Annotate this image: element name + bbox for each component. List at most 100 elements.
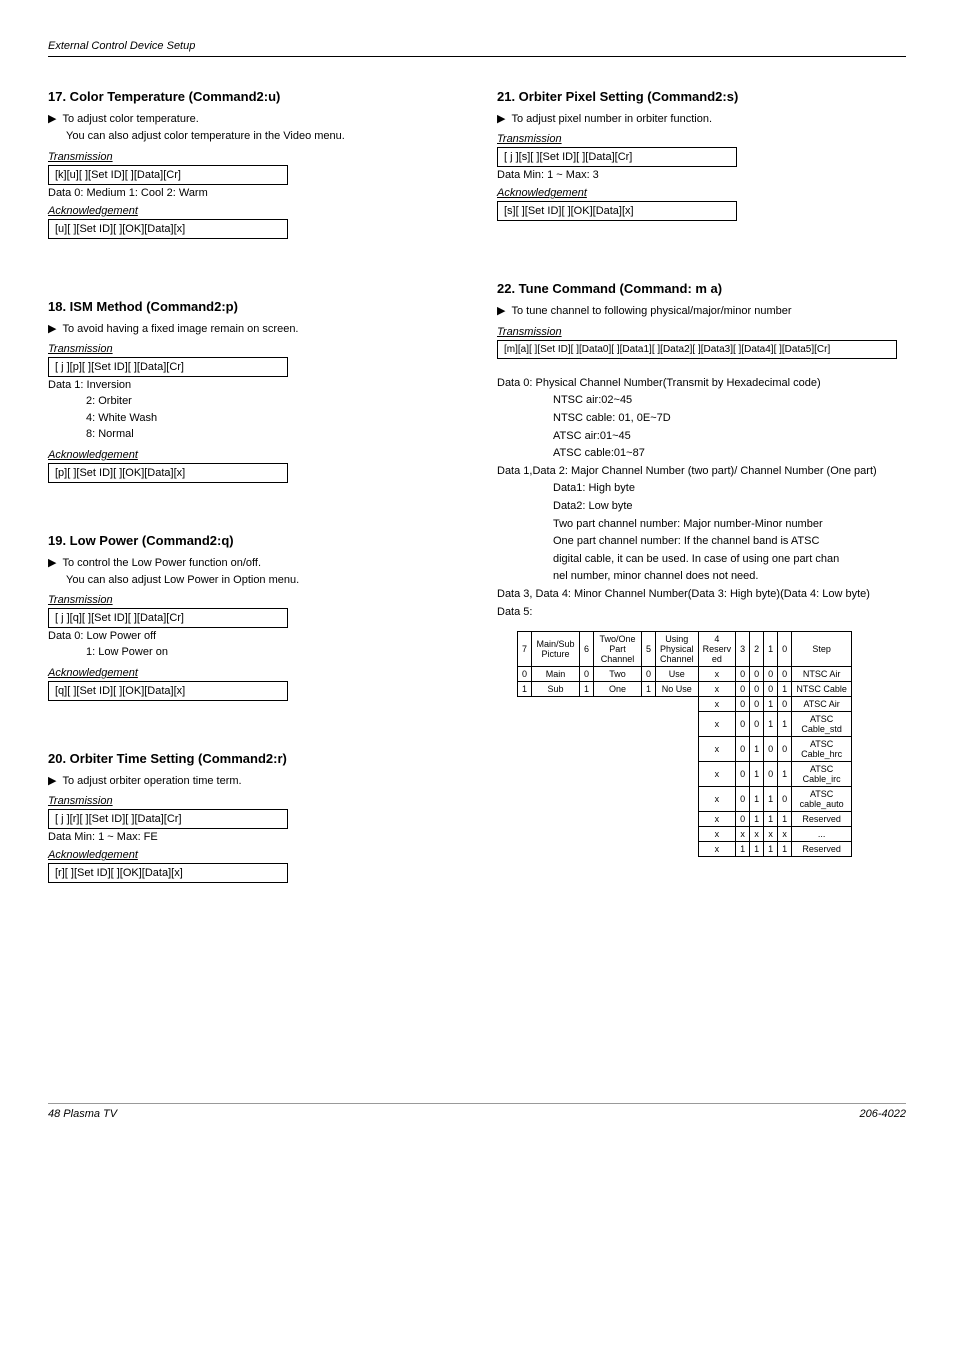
- th-3: 3: [736, 632, 750, 667]
- th-0: 0: [778, 632, 792, 667]
- data-value-1: Data 1: Inversion: [48, 379, 457, 391]
- section-21-title: 21. Orbiter Pixel Setting (Command2:s): [497, 89, 906, 104]
- table-cell: 1: [778, 812, 792, 827]
- table-cell: 0: [736, 787, 750, 812]
- section-18-desc: To avoid having a fixed image remain on …: [62, 322, 298, 337]
- table-row: xxxxx...: [518, 827, 852, 842]
- th-7: 7: [518, 632, 532, 667]
- table-cell: 1: [764, 787, 778, 812]
- table-cell: 0: [778, 697, 792, 712]
- arrow-icon: ▶: [48, 774, 56, 789]
- table-cell: 0: [764, 682, 778, 697]
- section-19: 19. Low Power (Command2:q) ▶To control t…: [48, 533, 457, 701]
- data-value-4: 8: Normal: [86, 426, 457, 443]
- table-cell: 1: [750, 737, 764, 762]
- section-20-desc: To adjust orbiter operation time term.: [62, 774, 241, 789]
- table-spacer: [518, 712, 699, 737]
- table-spacer: [518, 697, 699, 712]
- table-row: x0010ATSC Air: [518, 697, 852, 712]
- right-column: 21. Orbiter Pixel Setting (Command2:s) ▶…: [497, 89, 906, 923]
- data-value-3: 4: White Wash: [86, 410, 457, 427]
- data0-line: Data 0: Physical Channel Number(Transmit…: [497, 375, 906, 393]
- transmission-code: [ j ][s][ ][Set ID][ ][Data][Cr]: [497, 147, 737, 167]
- data-value-1: Data 0: Low Power off: [48, 630, 457, 642]
- table-cell: 0: [736, 812, 750, 827]
- table-cell: No Use: [656, 682, 699, 697]
- arrow-icon: ▶: [497, 112, 505, 127]
- table-cell: 1: [764, 812, 778, 827]
- table-cell: x: [750, 827, 764, 842]
- transmission-label: Transmission: [48, 795, 457, 807]
- section-22-desc: To tune channel to following physical/ma…: [511, 304, 791, 319]
- arrow-icon: ▶: [48, 112, 56, 127]
- data0-c: ATSC air:01~45: [553, 428, 906, 446]
- table-spacer: [518, 812, 699, 827]
- table-cell: Use: [656, 667, 699, 682]
- table-cell: 1: [750, 842, 764, 857]
- table-cell: x: [698, 697, 736, 712]
- transmission-code: [ j ][q][ ][Set ID][ ][Data][Cr]: [48, 608, 288, 628]
- section-17: 17. Color Temperature (Command2:u) ▶To a…: [48, 89, 457, 239]
- table-cell: x: [736, 827, 750, 842]
- th-reserved: 4 Reserv ed: [698, 632, 736, 667]
- table-row: x0110ATSC cable_auto: [518, 787, 852, 812]
- data5-line: Data 5:: [497, 604, 906, 622]
- th-mainsub: Main/Sub Picture: [532, 632, 580, 667]
- table-cell: ATSC Cable_irc: [792, 762, 852, 787]
- table-cell: Sub: [532, 682, 580, 697]
- section-20-title: 20. Orbiter Time Setting (Command2:r): [48, 751, 457, 766]
- table-cell: NTSC Cable: [792, 682, 852, 697]
- arrow-icon: ▶: [48, 322, 56, 337]
- table-cell: Two: [594, 667, 642, 682]
- table-cell: Reserved: [792, 842, 852, 857]
- table-cell: x: [698, 667, 736, 682]
- section-17-desc2: You can also adjust color temperature in…: [66, 129, 457, 144]
- arrow-icon: ▶: [497, 304, 505, 319]
- section-22-title: 22. Tune Command (Command: m a): [497, 281, 906, 296]
- header-rule: [48, 56, 906, 57]
- table-cell: 0: [736, 697, 750, 712]
- table-cell: 0: [750, 697, 764, 712]
- data-values: Data Min: 1 ~ Max: FE: [48, 831, 457, 843]
- table-cell: 1: [642, 682, 656, 697]
- left-column: 17. Color Temperature (Command2:u) ▶To a…: [48, 89, 457, 923]
- data12-line: Data 1,Data 2: Major Channel Number (two…: [497, 463, 906, 481]
- table-cell: ATSC cable_auto: [792, 787, 852, 812]
- table-row: x0011ATSC Cable_std: [518, 712, 852, 737]
- table-row: x0111Reserved: [518, 812, 852, 827]
- table-cell: ATSC Cable_hrc: [792, 737, 852, 762]
- table-cell: x: [698, 842, 736, 857]
- table-cell: 0: [736, 667, 750, 682]
- table-cell: x: [698, 762, 736, 787]
- table-cell: 1: [778, 842, 792, 857]
- transmission-label: Transmission: [48, 343, 457, 355]
- table-cell: 1: [736, 842, 750, 857]
- data12-d: One part channel number: If the channel …: [553, 533, 906, 551]
- table-cell: ATSC Cable_std: [792, 712, 852, 737]
- footer-left: 48 Plasma TV: [48, 1108, 117, 1120]
- table-cell: One: [594, 682, 642, 697]
- table-cell: 1: [580, 682, 594, 697]
- table-cell: 1: [764, 697, 778, 712]
- table-spacer: [518, 762, 699, 787]
- data-values: Data Min: 1 ~ Max: 3: [497, 169, 906, 181]
- table-spacer: [518, 737, 699, 762]
- data-values: Data 0: Medium 1: Cool 2: Warm: [48, 187, 457, 199]
- section-19-title: 19. Low Power (Command2:q): [48, 533, 457, 548]
- th-2: 2: [750, 632, 764, 667]
- table-row: 0Main0Two0Usex0000NTSC Air: [518, 667, 852, 682]
- table-cell: 1: [778, 762, 792, 787]
- table-cell: 1: [764, 712, 778, 737]
- table-cell: x: [698, 682, 736, 697]
- table-cell: 0: [580, 667, 594, 682]
- table-row: x1111Reserved: [518, 842, 852, 857]
- table-cell: 1: [750, 762, 764, 787]
- table-cell: 0: [778, 787, 792, 812]
- table-cell: x: [698, 737, 736, 762]
- table-header-row: 7 Main/Sub Picture 6 Two/One Part Channe…: [518, 632, 852, 667]
- table-cell: ATSC Air: [792, 697, 852, 712]
- table-cell: 1: [778, 682, 792, 697]
- table-cell: 0: [736, 737, 750, 762]
- transmission-code: [ j ][p][ ][Set ID][ ][Data][Cr]: [48, 357, 288, 377]
- data0-d: ATSC cable:01~87: [553, 445, 906, 463]
